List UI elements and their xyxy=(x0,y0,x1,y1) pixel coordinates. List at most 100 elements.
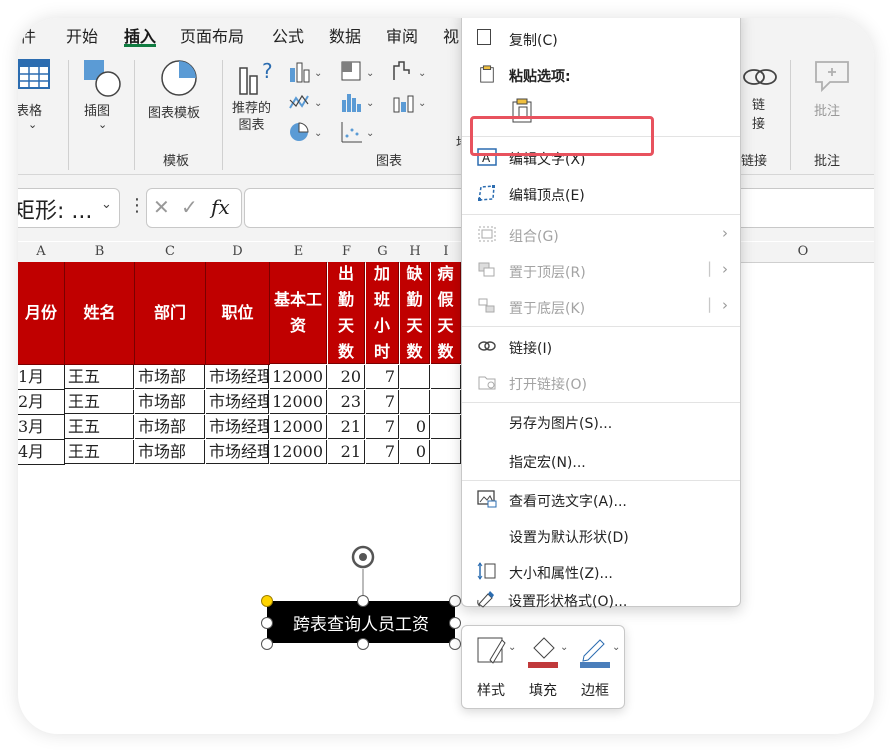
menu-item-bring-to-front[interactable]: 置于顶层(R) | › xyxy=(462,253,740,287)
header-cell-sick-leave[interactable]: 病假天数 xyxy=(431,262,461,364)
cell-position[interactable]: 市场经理 xyxy=(206,415,269,439)
cell-month[interactable]: 4月 xyxy=(18,440,65,465)
cell-name[interactable]: 王五 xyxy=(65,390,134,414)
cell-dept[interactable]: 市场部 xyxy=(135,365,205,389)
header-cell-month[interactable]: 月份 xyxy=(18,262,65,365)
menu-item-link[interactable]: 链接(I) xyxy=(462,329,740,363)
tab-data[interactable]: 数据 xyxy=(329,23,361,47)
combo-chart-icon[interactable]: ⌄ xyxy=(392,90,428,114)
cell-name[interactable]: 王五 xyxy=(65,365,134,389)
cell-attendance[interactable]: 21 xyxy=(328,440,365,464)
resize-handle[interactable] xyxy=(357,595,369,607)
column-header[interactable]: G xyxy=(366,244,399,259)
cell-absence[interactable]: 0 xyxy=(400,440,430,464)
menu-item-assign-macro[interactable]: 指定宏(N)... xyxy=(462,443,740,477)
cell-sick-leave[interactable] xyxy=(431,365,461,389)
cell-absence[interactable] xyxy=(400,365,430,389)
cell-month[interactable]: 2月 xyxy=(18,390,65,415)
comment-button[interactable]: 批注 xyxy=(802,58,862,138)
cell-overtime[interactable]: 7 xyxy=(366,390,399,414)
illustrations-button[interactable]: 插图 ⌄ xyxy=(78,58,126,138)
header-cell-name[interactable]: 姓名 xyxy=(65,262,135,365)
cell-dept[interactable]: 市场部 xyxy=(135,415,205,439)
menu-item-group[interactable]: 组合(G) › xyxy=(462,217,740,251)
menu-item-send-to-back[interactable]: 置于底层(K) | › xyxy=(462,289,740,323)
menu-item-alt-text[interactable]: 查看可选文字(A)... xyxy=(462,482,740,516)
menu-item-set-default-shape[interactable]: 设置为默认形状(D) xyxy=(462,518,740,552)
resize-handle[interactable] xyxy=(449,638,461,650)
column-header[interactable]: I xyxy=(431,244,461,259)
waterfall-chart-icon[interactable]: ⌄ xyxy=(392,60,428,84)
scatter-chart-icon[interactable]: ⌄ xyxy=(340,120,376,144)
resize-handle[interactable] xyxy=(357,638,369,650)
cell-month[interactable]: 3月 xyxy=(18,415,65,440)
cell-name[interactable]: 王五 xyxy=(65,415,134,439)
cell-overtime[interactable]: 7 xyxy=(366,415,399,439)
menu-item-edit-points[interactable]: 编辑顶点(E) xyxy=(462,176,740,210)
pie-small-icon[interactable]: ⌄ xyxy=(288,120,324,144)
tab-file[interactable]: 件 xyxy=(20,23,36,47)
header-cell-position[interactable]: 职位 xyxy=(206,262,270,365)
cancel-icon[interactable]: ✕ xyxy=(153,195,170,219)
cell-base-salary[interactable]: 12000 xyxy=(270,440,327,464)
shape-outline-button[interactable]: ⌄ 边框 xyxy=(572,632,620,702)
cell-position[interactable]: 市场经理 xyxy=(206,390,269,414)
cell-base-salary[interactable]: 12000 xyxy=(270,390,327,414)
tab-formulas[interactable]: 公式 xyxy=(272,23,304,47)
more-options-icon[interactable]: ⋮ xyxy=(128,195,146,216)
cell-dept[interactable]: 市场部 xyxy=(135,440,205,464)
cell-attendance[interactable]: 21 xyxy=(328,415,365,439)
menu-item-format-shape-row[interactable]: 设置形状格式(O)... xyxy=(461,583,739,617)
rotate-handle-icon[interactable] xyxy=(346,543,380,601)
menu-item-copy[interactable]: 复制(C) xyxy=(462,21,740,55)
column-header[interactable]: B xyxy=(65,244,134,259)
hierarchy-chart-icon[interactable]: ⌄ xyxy=(340,60,376,84)
header-cell-base-salary[interactable]: 基本工资 xyxy=(270,262,327,364)
cell-sick-leave[interactable] xyxy=(431,390,461,414)
stat-chart-icon[interactable]: ⌄ xyxy=(340,90,376,114)
cell-base-salary[interactable]: 12000 xyxy=(270,415,327,439)
name-box[interactable]: 矩形: ... ⌄ xyxy=(18,188,120,228)
shape-style-button[interactable]: ⌄ 样式 xyxy=(468,632,516,702)
header-cell-absence[interactable]: 缺勤天数 xyxy=(400,262,430,364)
column-header[interactable]: A xyxy=(18,244,64,259)
cell-attendance[interactable]: 23 xyxy=(328,390,365,414)
resize-handle[interactable] xyxy=(449,617,461,629)
menu-item-save-as-picture[interactable]: 另存为图片(S)... xyxy=(462,404,740,438)
column-header[interactable]: C xyxy=(135,244,205,259)
tab-review[interactable]: 审阅 xyxy=(386,23,418,47)
column-header[interactable]: H xyxy=(400,244,430,259)
cell-absence[interactable] xyxy=(400,390,430,414)
tab-page-layout[interactable]: 页面布局 xyxy=(180,23,244,47)
cell-sick-leave[interactable] xyxy=(431,440,461,464)
text-shape[interactable]: 跨表查询人员工资 xyxy=(267,601,455,643)
header-cell-attendance[interactable]: 出勤天数 xyxy=(328,262,365,364)
menu-item-open-link[interactable]: 打开链接(O) xyxy=(462,365,740,399)
resize-handle[interactable] xyxy=(261,638,273,650)
cell-position[interactable]: 市场经理 xyxy=(206,365,269,389)
column-header[interactable]: F xyxy=(328,244,365,259)
adjust-handle[interactable] xyxy=(261,595,273,607)
column-chart-icon[interactable]: ⌄ xyxy=(288,60,324,84)
shape-fill-button[interactable]: ⌄ 填充 xyxy=(520,632,568,702)
check-icon[interactable]: ✓ xyxy=(181,195,198,219)
cell-month[interactable]: 1月 xyxy=(18,365,65,390)
cell-overtime[interactable]: 7 xyxy=(366,440,399,464)
cell-sick-leave[interactable] xyxy=(431,415,461,439)
column-header[interactable]: O xyxy=(778,244,828,259)
cell-base-salary[interactable]: 12000 xyxy=(270,365,327,389)
cell-overtime[interactable]: 7 xyxy=(366,365,399,389)
cell-name[interactable]: 王五 xyxy=(65,440,134,464)
header-cell-dept[interactable]: 部门 xyxy=(135,262,206,365)
table-button[interactable]: 表格 ⌄ xyxy=(18,58,66,138)
resize-handle[interactable] xyxy=(449,595,461,607)
cell-position[interactable]: 市场经理 xyxy=(206,440,269,464)
resize-handle[interactable] xyxy=(261,617,273,629)
recommended-charts-button[interactable]: ? 推荐的 图表 xyxy=(230,58,280,138)
link-button[interactable]: 链 接 xyxy=(738,58,782,144)
header-cell-overtime[interactable]: 加班小时 xyxy=(366,262,399,364)
tab-view[interactable]: 视 xyxy=(443,23,459,47)
cell-absence[interactable]: 0 xyxy=(400,415,430,439)
tab-home[interactable]: 开始 xyxy=(66,23,98,47)
column-header[interactable]: D xyxy=(206,244,269,259)
